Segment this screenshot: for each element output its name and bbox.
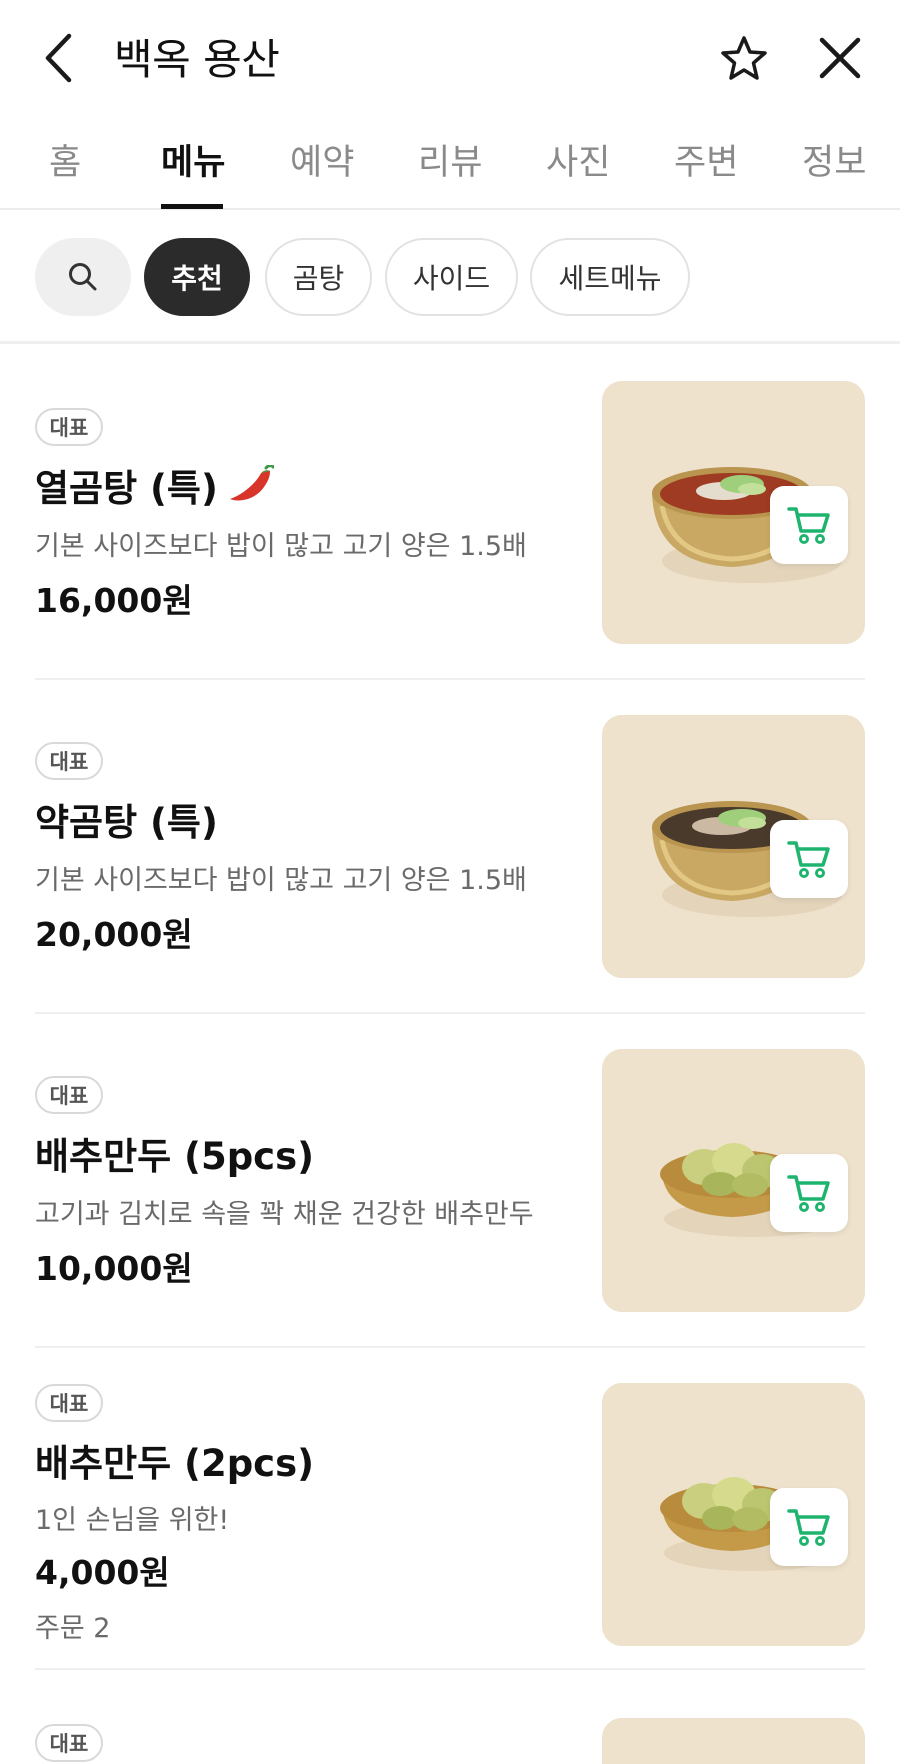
cart-icon bbox=[787, 841, 830, 878]
cart-icon bbox=[787, 1509, 830, 1546]
menu-item-description: 기본 사이즈보다 밥이 많고 고기 양은 1.5배 bbox=[35, 865, 527, 896]
search-icon bbox=[69, 263, 97, 291]
menu-filter-bar: 추천 곰탕 사이드 세트메뉴 bbox=[0, 210, 900, 344]
tab-menu[interactable]: 메뉴 bbox=[161, 134, 225, 185]
back-button[interactable] bbox=[36, 30, 80, 86]
star-outline-icon bbox=[721, 36, 767, 80]
close-icon bbox=[819, 37, 861, 79]
menu-item-order-count: 주문 2 bbox=[35, 1613, 111, 1644]
menu-item-name: 열곰탕 (특) bbox=[35, 458, 274, 512]
filter-chip-set-menu[interactable]: 세트메뉴 bbox=[530, 238, 690, 316]
menu-item-name: 약곰탕 (특) bbox=[35, 801, 218, 844]
cart-icon bbox=[787, 507, 830, 544]
menu-search-button[interactable] bbox=[35, 238, 131, 316]
add-to-cart-button[interactable] bbox=[770, 1488, 848, 1566]
signature-badge: 대표 bbox=[35, 1384, 103, 1422]
menu-item-description: 고기과 김치로 속을 꽉 채운 건강한 배추만두 bbox=[35, 1199, 534, 1230]
active-tab-indicator bbox=[161, 204, 223, 209]
signature-badge: 대표 bbox=[35, 1724, 103, 1762]
tab-photos[interactable]: 사진 bbox=[546, 134, 610, 185]
tab-info[interactable]: 정보 bbox=[802, 134, 866, 185]
menu-item-description: 1인 손님을 위한! bbox=[35, 1505, 230, 1536]
tab-nearby[interactable]: 주변 bbox=[674, 134, 738, 185]
page-title: 백옥 용산 bbox=[114, 35, 280, 84]
filter-chip-gomtang[interactable]: 곰탕 bbox=[265, 238, 372, 316]
chili-pepper-icon bbox=[229, 465, 274, 501]
menu-item-photo[interactable] bbox=[602, 1718, 865, 1764]
menu-item[interactable]: 대표 배추만두 (5pcs) 고기과 김치로 속을 꽉 채운 건강한 배추만두 … bbox=[0, 1014, 900, 1348]
menu-item[interactable]: 대표 열곰탕 (특) 기본 사이즈보다 밥이 많고 고기 양은 1.5배 16,… bbox=[0, 346, 900, 680]
cart-icon bbox=[787, 1175, 830, 1212]
filter-chip-side[interactable]: 사이드 bbox=[385, 238, 518, 316]
signature-badge: 대표 bbox=[35, 1076, 103, 1114]
menu-item-name: 배추만두 (5pcs) bbox=[35, 1135, 315, 1178]
tab-reviews[interactable]: 리뷰 bbox=[418, 134, 482, 185]
add-to-cart-button[interactable] bbox=[770, 1154, 848, 1232]
signature-badge: 대표 bbox=[35, 408, 103, 446]
menu-item[interactable]: 대표 bbox=[0, 1682, 900, 1764]
menu-item-price: 4,000원 bbox=[35, 1553, 170, 1592]
signature-badge: 대표 bbox=[35, 742, 103, 780]
add-to-cart-button[interactable] bbox=[770, 820, 848, 898]
menu-item-price: 16,000원 bbox=[35, 581, 193, 620]
menu-item-price: 20,000원 bbox=[35, 915, 193, 954]
menu-item-name: 배추만두 (2pcs) bbox=[35, 1442, 315, 1485]
menu-item-price: 10,000원 bbox=[35, 1249, 193, 1288]
menu-item[interactable]: 대표 약곰탕 (특) 기본 사이즈보다 밥이 많고 고기 양은 1.5배 20,… bbox=[0, 680, 900, 1014]
menu-item[interactable]: 대표 배추만두 (2pcs) 1인 손님을 위한! 4,000원 주문 2 bbox=[0, 1348, 900, 1682]
add-to-cart-button[interactable] bbox=[770, 486, 848, 564]
tab-reservation[interactable]: 예약 bbox=[290, 134, 354, 185]
tab-home[interactable]: 홈 bbox=[49, 134, 81, 185]
menu-item-description: 기본 사이즈보다 밥이 많고 고기 양은 1.5배 bbox=[35, 531, 527, 562]
item-divider bbox=[35, 1668, 865, 1670]
close-button[interactable] bbox=[812, 30, 868, 86]
top-app-bar: 백옥 용산 bbox=[0, 0, 900, 112]
chevron-left-icon bbox=[45, 33, 72, 83]
tab-bar: 홈 메뉴 예약 리뷰 사진 주변 정보 bbox=[0, 112, 900, 210]
favorite-button[interactable] bbox=[716, 30, 772, 86]
filter-chip-recommended[interactable]: 추천 bbox=[144, 238, 250, 316]
menu-item-name-text: 열곰탕 (특) bbox=[35, 467, 218, 510]
